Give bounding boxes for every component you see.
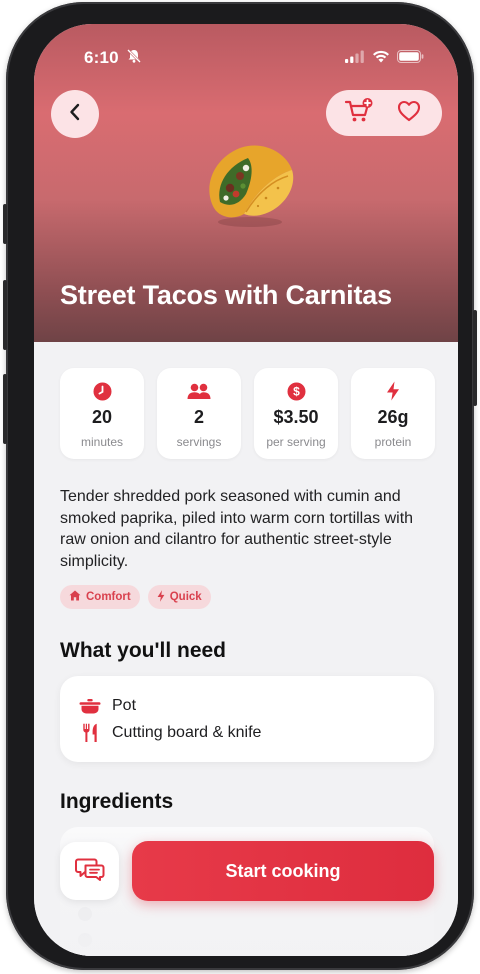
stat-value: 2 [193,407,204,427]
volume-up-button [3,280,7,350]
chat-bubbles-icon [74,857,105,886]
bolt-icon [157,589,165,605]
bell-slash-icon [126,48,142,69]
back-button[interactable] [51,90,99,138]
people-icon [187,380,211,402]
add-to-cart-button[interactable] [339,93,379,133]
heart-icon [397,100,421,127]
favorite-button[interactable] [389,93,429,133]
cart-plus-icon [344,97,374,129]
equipment-item: Pot [78,692,416,719]
equipment-heading: What you'll need [60,639,227,662]
utensils-icon [78,723,102,743]
stat-protein: 26g protein [351,368,435,459]
equipment-label: Cutting board & knife [112,723,262,741]
chat-button[interactable] [60,842,119,900]
stat-label: protein [374,435,412,449]
hero-banner: 6:10 Street Tacos with Carnitas [34,24,458,342]
stat-value: 20 [91,407,113,427]
power-button [473,310,477,406]
ingredients-heading: Ingredients [60,790,174,813]
battery-icon [397,50,424,68]
status-time: 6:10 [84,48,119,67]
start-cooking-button[interactable]: Start cooking [132,841,434,901]
volume-down-button [3,374,7,444]
status-indicators [345,50,424,68]
screen: 6:10 Street Tacos with Carnitas 20 minut… [34,24,458,956]
recipe-title: Street Tacos with Carnitas [60,280,392,310]
stat-label: minutes [80,435,124,449]
tag-quick[interactable]: Quick [147,585,211,609]
equipment-label: Pot [112,696,137,714]
recipe-description: Tender shredded pork seasoned with cumin… [60,488,414,570]
stat-cost: $ $3.50 per serving [254,368,338,459]
wifi-icon [372,50,390,68]
tag-label: Quick [169,591,202,603]
stat-value: 26g [377,407,409,427]
tag-comfort[interactable]: Comfort [60,585,140,609]
stat-time: 20 minutes [60,368,144,459]
home-icon [69,590,81,604]
action-button [3,204,7,244]
cellular-signal-icon [345,50,365,68]
equipment-card: Pot Cutting board & knife [60,676,434,762]
hero-actions [326,90,442,136]
taco-image [196,136,300,235]
svg-text:$: $ [293,384,300,398]
stat-value: $3.50 [273,407,319,427]
phone-frame: 6:10 Street Tacos with Carnitas 20 minut… [3,2,477,970]
tag-label: Comfort [86,591,131,603]
stat-servings: 2 servings [157,368,241,459]
pot-icon [78,698,102,714]
bolt-icon [386,380,400,402]
recipe-tags: Comfort Quick [60,585,211,609]
dollar-icon: $ [287,380,306,402]
stat-label: per serving [266,435,326,449]
stat-label: servings [176,435,222,449]
recipe-stats: 20 minutes 2 servings $ $3.50 per servin… [60,368,435,459]
chevron-left-icon [68,103,82,126]
clock-icon [93,380,112,402]
equipment-item: Cutting board & knife [78,719,416,746]
